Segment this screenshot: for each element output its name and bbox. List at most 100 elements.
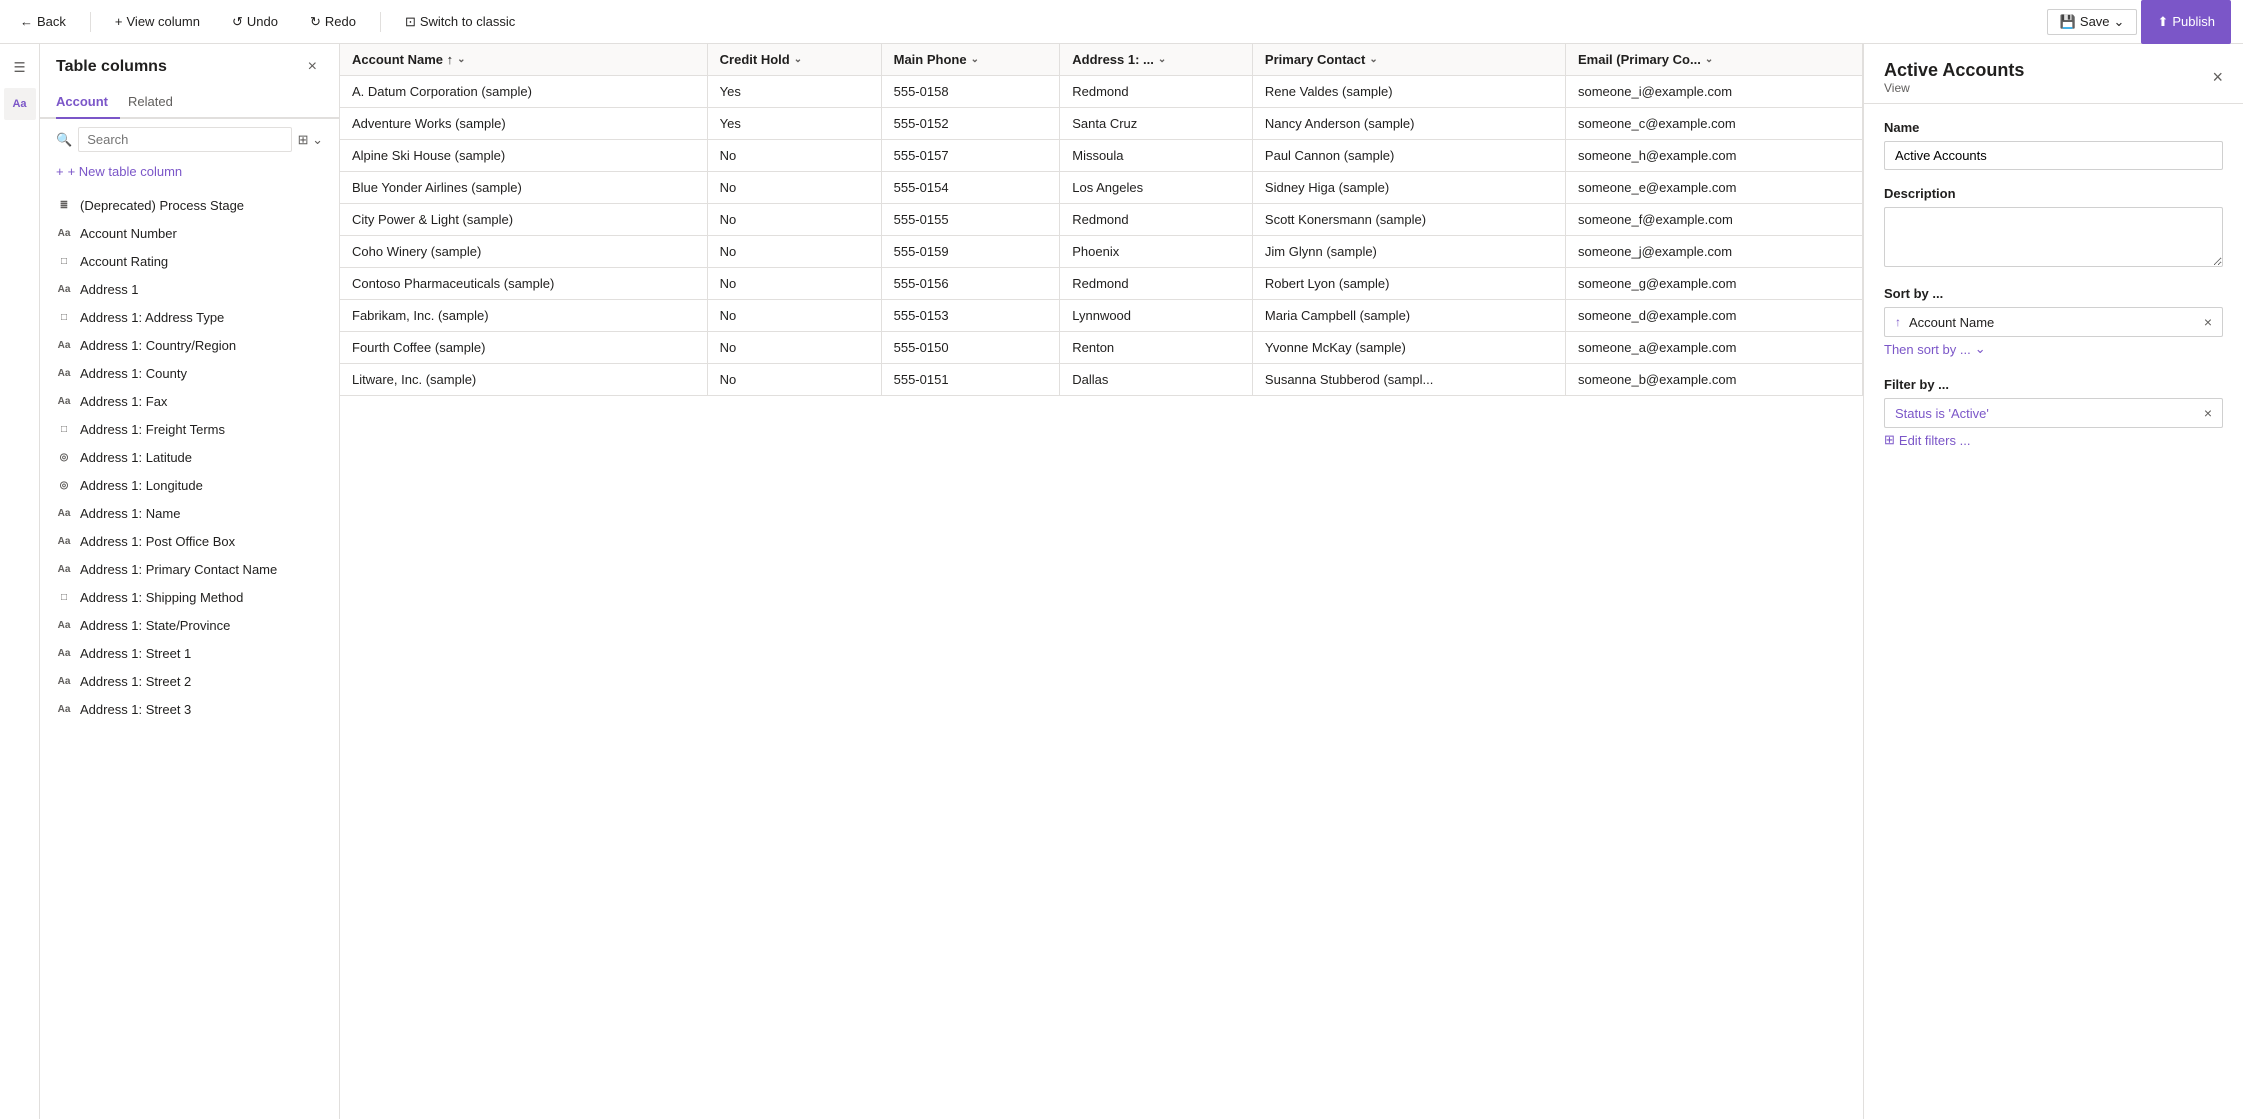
cell-credit_hold: No	[707, 204, 881, 236]
cell-email: someone_c@example.com	[1565, 108, 1862, 140]
cell-address_1: Missoula	[1060, 140, 1253, 172]
description-field-textarea[interactable]	[1884, 207, 2223, 267]
description-field-label: Description	[1884, 186, 2223, 201]
save-button[interactable]: 💾 Save ⌄	[2047, 9, 2138, 35]
column-type-icon: □	[56, 589, 72, 605]
sidebar-item-address-1-county[interactable]: Aa Address 1: County	[40, 359, 339, 387]
sidebar-close-button[interactable]: ×	[302, 56, 323, 78]
edit-filters-button[interactable]: ⊞ Edit filters ...	[1884, 428, 1970, 452]
cell-credit_hold: Yes	[707, 108, 881, 140]
cell-primary_contact: Yvonne McKay (sample)	[1252, 332, 1565, 364]
hamburger-menu-button[interactable]: ☰	[4, 52, 36, 84]
sidebar-item-account-number[interactable]: AaAccount Number	[40, 219, 339, 247]
sort-by-row[interactable]: ↑ Account Name ×	[1884, 307, 2223, 337]
cell-main_phone: 555-0157	[881, 140, 1060, 172]
sidebar-item-address-1[interactable]: AaAddress 1	[40, 275, 339, 303]
column-type-icon: Aa	[56, 337, 72, 353]
table-row: Adventure Works (sample)Yes555-0152Santa…	[340, 108, 1863, 140]
undo-button[interactable]: ↺ Undo	[224, 10, 286, 34]
column-label: Account Number	[80, 226, 177, 241]
col-header-address-1[interactable]: Address 1: ... ⌄	[1060, 44, 1253, 76]
undo-label: Undo	[247, 14, 278, 29]
sort-toggle-icon[interactable]: ⌄	[457, 54, 465, 65]
column-label: Address 1: Freight Terms	[80, 422, 225, 437]
col-header-email-primary[interactable]: Email (Primary Co...⌄	[1565, 44, 1862, 76]
col-header-main-phone[interactable]: Main Phone⌄	[881, 44, 1060, 76]
tab-related[interactable]: Related	[128, 86, 185, 119]
filter-by-row[interactable]: Status is 'Active' ×	[1884, 398, 2223, 428]
sidebar-item-address-1-street-1[interactable]: AaAddress 1: Street 1	[40, 639, 339, 667]
table-row: Coho Winery (sample)No555-0159PhoenixJim…	[340, 236, 1863, 268]
cell-credit_hold: No	[707, 140, 881, 172]
sidebar-item-address-1-name[interactable]: AaAddress 1: Name	[40, 499, 339, 527]
col-header-primary-contact[interactable]: Primary Contact⌄	[1252, 44, 1565, 76]
table-row: Contoso Pharmaceuticals (sample)No555-01…	[340, 268, 1863, 300]
column-label: Address 1: Latitude	[80, 450, 192, 465]
new-column-icon: +	[56, 164, 64, 179]
cell-account_name: Fourth Coffee (sample)	[340, 332, 707, 364]
sort-toggle-icon[interactable]: ⌄	[794, 54, 802, 65]
view-column-icon: +	[115, 14, 123, 29]
sidebar-item-address-1-country-region[interactable]: AaAddress 1: Country/Region	[40, 331, 339, 359]
column-type-icon: □	[56, 253, 72, 269]
column-type-icon: □	[56, 309, 72, 325]
name-field-input[interactable]	[1884, 141, 2223, 170]
sort-by-group: Sort by ... ↑ Account Name × Then sort b…	[1884, 286, 2223, 361]
filter-remove-button[interactable]: ×	[2204, 405, 2212, 421]
cell-account_name: Litware, Inc. (sample)	[340, 364, 707, 396]
sidebar-item-address-1-street-2[interactable]: AaAddress 1: Street 2	[40, 667, 339, 695]
sidebar-item-address-1-post-office-box[interactable]: AaAddress 1: Post Office Box	[40, 527, 339, 555]
redo-button[interactable]: ↻ Redo	[302, 10, 364, 34]
col-header-account-name[interactable]: Account Name ↑⌄	[340, 44, 707, 76]
column-type-icon: □	[56, 421, 72, 437]
column-type-icon: Aa	[56, 533, 72, 549]
publish-label: Publish	[2172, 14, 2215, 29]
column-label: Address 1: Address Type	[80, 310, 224, 325]
sidebar-item-address-1-street-3[interactable]: AaAddress 1: Street 3	[40, 695, 339, 723]
publish-button[interactable]: ⬆ Publish	[2141, 0, 2231, 44]
sidebar-item-address-1-fax[interactable]: AaAddress 1: Fax	[40, 387, 339, 415]
table-row: Alpine Ski House (sample)No555-0157Misso…	[340, 140, 1863, 172]
new-table-column-button[interactable]: + + New table column	[40, 160, 339, 187]
then-sort-button[interactable]: Then sort by ... ⌄	[1884, 337, 1986, 361]
sort-toggle-icon[interactable]: ⌄	[1158, 54, 1166, 65]
search-input[interactable]	[78, 127, 291, 152]
tab-account[interactable]: Account	[56, 86, 120, 119]
column-label: Address 1: Street 2	[80, 674, 191, 689]
col-label: Address 1: ...	[1072, 52, 1154, 67]
sidebar-item-address-1-longitude[interactable]: ◎Address 1: Longitude	[40, 471, 339, 499]
sidebar-item-address-1-address-type[interactable]: □ Address 1: Address Type	[40, 303, 339, 331]
sidebar-item-address-1-state-province[interactable]: AaAddress 1: State/Province	[40, 611, 339, 639]
sidebar-item-address-1-primary-contact-name[interactable]: AaAddress 1: Primary Contact Name	[40, 555, 339, 583]
cell-credit_hold: No	[707, 268, 881, 300]
sort-remove-button[interactable]: ×	[2204, 314, 2212, 330]
right-panel-subtitle: View	[1884, 81, 2024, 95]
sidebar-item-account-rating[interactable]: □Account Rating	[40, 247, 339, 275]
text-field-button[interactable]: Aa	[4, 88, 36, 120]
sort-toggle-icon[interactable]: ⌄	[1705, 54, 1713, 65]
view-column-button[interactable]: + View column	[107, 10, 208, 33]
column-type-icon: Aa	[56, 365, 72, 381]
cell-main_phone: 555-0151	[881, 364, 1060, 396]
sort-toggle-icon[interactable]: ⌄	[971, 54, 979, 65]
column-label: Address 1: State/Province	[80, 618, 230, 633]
cell-account_name: Fabrikam, Inc. (sample)	[340, 300, 707, 332]
filter-dropdown-icon[interactable]: ⊞ ⌄	[298, 132, 323, 148]
sidebar-item-deprecated-process-stage[interactable]: ≣(Deprecated) Process Stage	[40, 191, 339, 219]
sidebar-item-address-1-freight-terms[interactable]: □ Address 1: Freight Terms	[40, 415, 339, 443]
data-table-wrapper[interactable]: Account Name ↑⌄Credit Hold⌄Main Phone⌄Ad…	[340, 44, 1863, 1119]
cell-address_1: Redmond	[1060, 204, 1253, 236]
table-row: City Power & Light (sample)No555-0155Red…	[340, 204, 1863, 236]
column-label: Address 1: Street 1	[80, 646, 191, 661]
table-row: Blue Yonder Airlines (sample)No555-0154L…	[340, 172, 1863, 204]
back-button[interactable]: ← Back	[12, 10, 74, 33]
col-header-credit-hold[interactable]: Credit Hold⌄	[707, 44, 881, 76]
column-type-icon: ◎	[56, 477, 72, 493]
sort-toggle-icon[interactable]: ⌄	[1369, 54, 1377, 65]
sidebar-item-address-1-latitude[interactable]: ◎Address 1: Latitude	[40, 443, 339, 471]
switch-classic-button[interactable]: ⊡ Switch to classic	[397, 10, 523, 34]
sidebar-item-address-1-shipping-method[interactable]: □Address 1: Shipping Method	[40, 583, 339, 611]
right-panel-close-button[interactable]: ×	[2212, 67, 2223, 88]
right-panel: Active Accounts View × Name Description …	[1863, 44, 2243, 1119]
column-label: Address 1: County	[80, 366, 187, 381]
